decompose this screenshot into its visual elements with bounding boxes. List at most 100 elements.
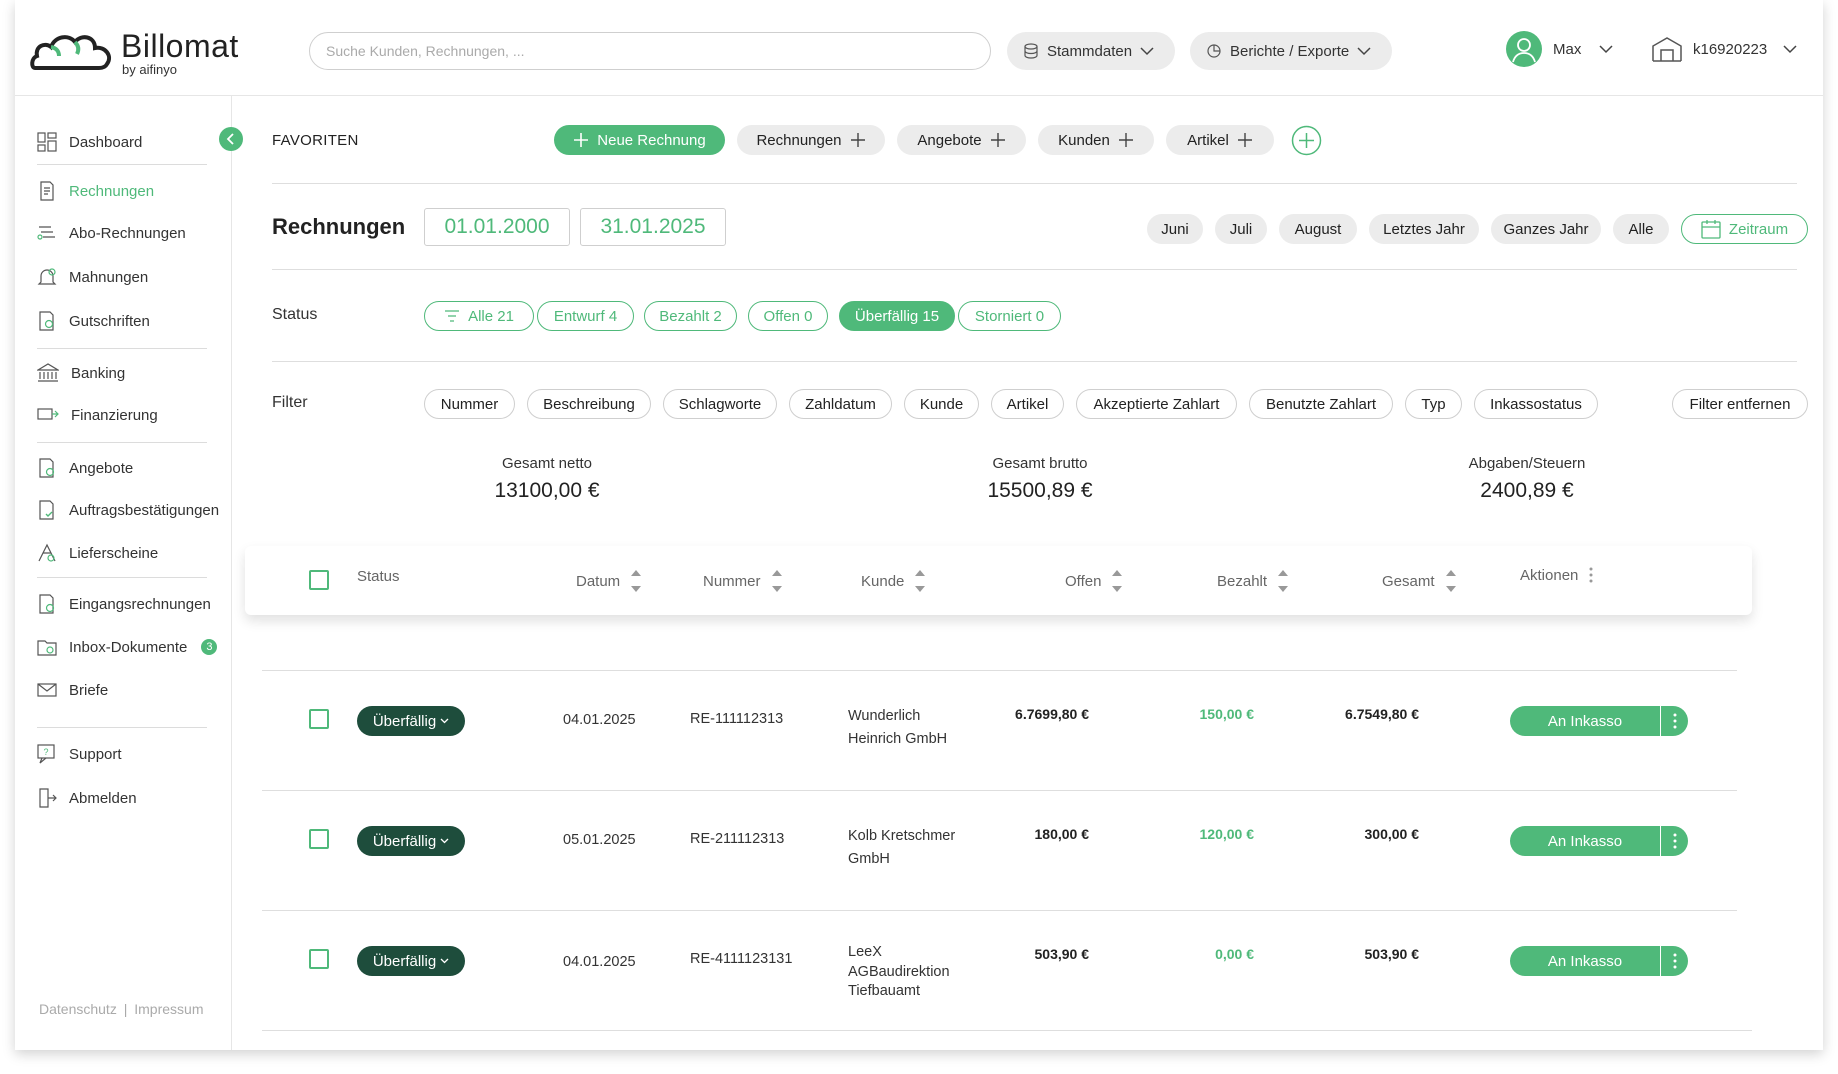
- row-number[interactable]: RE-4111123131: [690, 948, 792, 971]
- range-ganzes-jahr[interactable]: Ganzes Jahr: [1491, 214, 1601, 244]
- row-total-amount: 6.7549,80 €: [1345, 706, 1419, 722]
- row-checkbox[interactable]: [309, 949, 329, 969]
- status-filter-entwurf[interactable]: Entwurf 4: [537, 301, 634, 331]
- status-dropdown[interactable]: Überfällig: [357, 706, 465, 736]
- sidebar-item-gutschriften[interactable]: Gutschriften: [37, 307, 150, 335]
- main-content: FAVORITEN Neue Rechnung Rechnungen Angeb…: [232, 96, 1823, 1050]
- filter-chip-kunde[interactable]: Kunde: [904, 389, 979, 419]
- favorite-artikel[interactable]: Artikel: [1166, 125, 1274, 155]
- brand-name: Billomat: [121, 28, 239, 64]
- logo[interactable]: Billomat by aifinyo: [29, 24, 259, 80]
- sidebar-item-eingangsrechnungen[interactable]: Eingangsrechnungen: [37, 590, 211, 618]
- date-from-field[interactable]: 01.01.2000: [424, 208, 570, 246]
- row-more-button[interactable]: [1660, 946, 1688, 976]
- column-header-bezahlt[interactable]: Bezahlt: [1217, 568, 1289, 594]
- sidebar-collapse-button[interactable]: [219, 127, 243, 151]
- favorite-angebote[interactable]: Angebote: [897, 125, 1026, 155]
- collection-action-button[interactable]: An Inkasso: [1510, 826, 1688, 856]
- sidebar-item-rechnungen[interactable]: Rechnungen: [37, 177, 154, 205]
- sidebar-item-briefe[interactable]: Briefe: [37, 676, 108, 704]
- favorite-label: Kunden: [1058, 131, 1110, 149]
- imprint-link[interactable]: Impressum: [134, 1001, 203, 1017]
- berichte-menu[interactable]: Berichte / Exporte: [1190, 32, 1392, 70]
- account-menu[interactable]: k16920223: [1651, 36, 1797, 62]
- sidebar-item-banking[interactable]: Banking: [37, 359, 125, 387]
- footer-links: Datenschutz | Impressum: [39, 1001, 203, 1017]
- row-customer[interactable]: LeeX AGBaudirektion Tiefbauamt: [848, 943, 950, 1002]
- row-more-button[interactable]: [1660, 826, 1688, 856]
- status-filter-bezahlt[interactable]: Bezahlt 2: [644, 301, 737, 331]
- sidebar-item-mahnungen[interactable]: Mahnungen: [37, 263, 148, 291]
- collection-action-button[interactable]: An Inkasso: [1510, 706, 1688, 736]
- column-header-aktionen[interactable]: Aktionen: [1520, 566, 1594, 584]
- filter-chip-akzeptierte-zahlart[interactable]: Akzeptierte Zahlart: [1076, 389, 1237, 419]
- add-favorite-button[interactable]: [1291, 125, 1322, 161]
- remove-filters-button[interactable]: Filter entfernen: [1672, 389, 1808, 419]
- stammdaten-menu[interactable]: Stammdaten: [1007, 32, 1175, 70]
- sidebar-item-finanzierung[interactable]: Finanzierung: [37, 401, 158, 429]
- range-august[interactable]: August: [1279, 214, 1357, 244]
- row-date: 04.01.2025: [563, 712, 636, 728]
- filter-chip-nummer[interactable]: Nummer: [424, 389, 515, 419]
- row-checkbox[interactable]: [309, 709, 329, 729]
- range-alle[interactable]: Alle: [1613, 214, 1669, 244]
- range-juni[interactable]: Juni: [1147, 214, 1203, 244]
- filter-chip-artikel[interactable]: Artikel: [991, 389, 1064, 419]
- row-more-button[interactable]: [1660, 706, 1688, 736]
- row-number[interactable]: RE-211112313: [690, 828, 784, 851]
- column-header-offen[interactable]: Offen: [1065, 568, 1123, 594]
- range-juli[interactable]: Juli: [1215, 214, 1267, 244]
- sort-icon: [631, 570, 642, 592]
- sidebar-item-label: Dashboard: [69, 133, 143, 151]
- status-filter-offen[interactable]: Offen 0: [748, 301, 828, 331]
- privacy-link[interactable]: Datenschutz: [39, 1001, 117, 1017]
- favorite-rechnungen[interactable]: Rechnungen: [737, 125, 885, 155]
- collection-action-button[interactable]: An Inkasso: [1510, 946, 1688, 976]
- sort-icon: [771, 570, 782, 592]
- brand-sub: by aifinyo: [122, 62, 177, 77]
- row-checkbox[interactable]: [309, 829, 329, 849]
- sidebar-item-inbox-dokumente[interactable]: Inbox-Dokumente 3: [37, 633, 218, 661]
- sidebar-item-angebote[interactable]: Angebote: [37, 454, 133, 482]
- column-header-label: Nummer: [703, 572, 761, 590]
- column-header-nummer[interactable]: Nummer: [703, 568, 783, 594]
- range-letztes-jahr[interactable]: Letztes Jahr: [1369, 214, 1479, 244]
- status-dropdown[interactable]: Überfällig: [357, 826, 465, 856]
- date-to-field[interactable]: 31.01.2025: [580, 208, 726, 246]
- row-number[interactable]: RE-111112313: [690, 708, 783, 731]
- filter-chip-schlagworte[interactable]: Schlagworte: [663, 389, 777, 419]
- user-menu[interactable]: Max: [1505, 30, 1613, 68]
- row-customer[interactable]: Kolb Kretschmer GmbH: [848, 825, 955, 871]
- period-button[interactable]: Zeitraum: [1681, 214, 1808, 244]
- plus-icon: [990, 133, 1005, 147]
- select-all-checkbox[interactable]: [309, 570, 329, 590]
- column-header-datum[interactable]: Datum: [576, 568, 642, 594]
- status-dropdown[interactable]: Überfällig: [357, 946, 465, 976]
- customer-line: Tiefbauamt: [848, 983, 920, 1000]
- sidebar-item-abo-rechnungen[interactable]: Abo-Rechnungen: [37, 219, 186, 247]
- column-header-kunde[interactable]: Kunde: [861, 568, 926, 594]
- sidebar-item-dashboard[interactable]: Dashboard: [37, 128, 142, 156]
- column-header-gesamt[interactable]: Gesamt: [1382, 568, 1457, 594]
- filter-chip-inkassostatus[interactable]: Inkassostatus: [1474, 389, 1598, 419]
- customer-line: Kolb Kretschmer: [848, 828, 956, 844]
- new-invoice-button[interactable]: Neue Rechnung: [554, 125, 725, 155]
- filter-chip-benutzte-zahlart[interactable]: Benutzte Zahlart: [1249, 389, 1393, 419]
- svg-text:?: ?: [43, 747, 48, 757]
- filter-chip-beschreibung[interactable]: Beschreibung: [527, 389, 651, 419]
- search-input[interactable]: [309, 32, 991, 70]
- collection-action-label: An Inkasso: [1547, 712, 1623, 730]
- app-window: Billomat by aifinyo Stammdaten Berichte …: [15, 0, 1823, 1050]
- status-filter-label: Alle 21: [468, 307, 514, 325]
- sidebar-item-support[interactable]: ? Support: [37, 740, 122, 768]
- sidebar-item-abmelden[interactable]: Abmelden: [37, 784, 137, 812]
- sidebar-item-auftragsbestaetigungen[interactable]: Auftragsbestätigungen: [37, 496, 219, 524]
- row-customer[interactable]: Wunderlich Heinrich GmbH: [848, 705, 947, 751]
- status-filter-storniert[interactable]: Storniert 0: [958, 301, 1061, 331]
- status-filter-ueberfaellig[interactable]: Überfällig 15: [839, 301, 955, 331]
- favorite-kunden[interactable]: Kunden: [1038, 125, 1154, 155]
- status-filter-alle[interactable]: Alle 21: [424, 301, 534, 331]
- filter-chip-typ[interactable]: Typ: [1405, 389, 1462, 419]
- filter-chip-zahldatum[interactable]: Zahldatum: [789, 389, 892, 419]
- sidebar-item-lieferscheine[interactable]: Lieferscheine: [37, 539, 158, 567]
